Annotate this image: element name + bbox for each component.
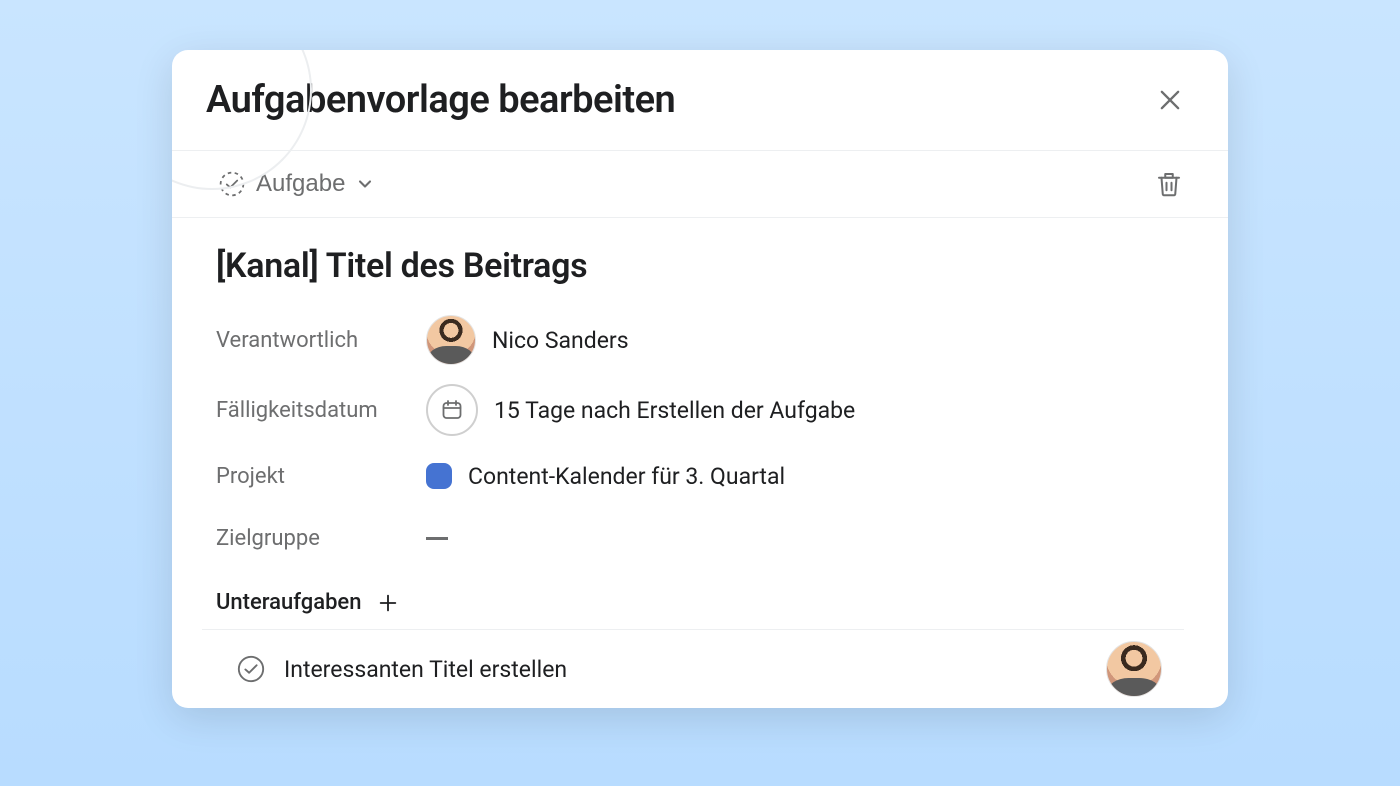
delete-button[interactable] bbox=[1154, 169, 1184, 199]
task-template-modal: Aufgabenvorlage bearbeiten Aufgabe [Kan bbox=[172, 50, 1228, 708]
assignee-label: Verantwortlich bbox=[216, 328, 426, 353]
chevron-down-icon bbox=[355, 174, 375, 194]
audience-label: Zielgruppe bbox=[216, 526, 426, 551]
assignee-name: Nico Sanders bbox=[492, 327, 629, 354]
task-toolbar: Aufgabe bbox=[172, 151, 1228, 218]
empty-indicator bbox=[426, 537, 448, 540]
subtask-title: Interessanten Titel erstellen bbox=[284, 656, 567, 683]
task-body: [Kanal] Titel des Beitrags Verantwortlic… bbox=[172, 218, 1228, 708]
due-date-text: 15 Tage nach Erstellen der Aufgabe bbox=[494, 397, 855, 424]
task-type-label: Aufgabe bbox=[256, 170, 345, 198]
audience-value[interactable] bbox=[426, 537, 448, 540]
subtask-assignee-avatar[interactable] bbox=[1106, 641, 1162, 697]
project-color-chip bbox=[426, 463, 452, 489]
subtasks-header: Unteraufgaben bbox=[202, 576, 1184, 630]
task-type-dropdown[interactable]: Aufgabe bbox=[218, 170, 375, 198]
plus-icon bbox=[377, 592, 399, 614]
project-value[interactable]: Content-Kalender für 3. Quartal bbox=[426, 463, 785, 490]
close-icon bbox=[1156, 86, 1184, 114]
assignee-avatar bbox=[426, 315, 476, 365]
calendar-icon-wrap bbox=[426, 384, 478, 436]
trash-icon bbox=[1154, 169, 1184, 199]
field-audience: Zielgruppe bbox=[216, 514, 1184, 562]
task-title[interactable]: [Kanal] Titel des Beitrags bbox=[216, 246, 1184, 286]
project-name: Content-Kalender für 3. Quartal bbox=[468, 463, 785, 490]
project-label: Projekt bbox=[216, 464, 426, 489]
field-due-date: Fälligkeitsdatum 15 Tage nach Erstellen … bbox=[216, 382, 1184, 438]
field-project: Projekt Content-Kalender für 3. Quartal bbox=[216, 452, 1184, 500]
add-subtask-button[interactable] bbox=[377, 592, 399, 614]
modal-title: Aufgabenvorlage bearbeiten bbox=[206, 78, 675, 122]
subtasks-label: Unteraufgaben bbox=[216, 590, 361, 615]
modal-header: Aufgabenvorlage bearbeiten bbox=[172, 50, 1228, 151]
calendar-icon bbox=[440, 398, 464, 422]
due-date-label: Fälligkeitsdatum bbox=[216, 398, 426, 423]
field-assignee: Verantwortlich Nico Sanders bbox=[216, 312, 1184, 368]
subtask-check-icon[interactable] bbox=[236, 654, 266, 684]
assignee-value[interactable]: Nico Sanders bbox=[426, 315, 629, 365]
subtask-row[interactable]: Interessanten Titel erstellen bbox=[216, 630, 1184, 708]
close-button[interactable] bbox=[1156, 86, 1184, 114]
task-check-icon bbox=[218, 170, 246, 198]
due-date-value[interactable]: 15 Tage nach Erstellen der Aufgabe bbox=[426, 384, 855, 436]
